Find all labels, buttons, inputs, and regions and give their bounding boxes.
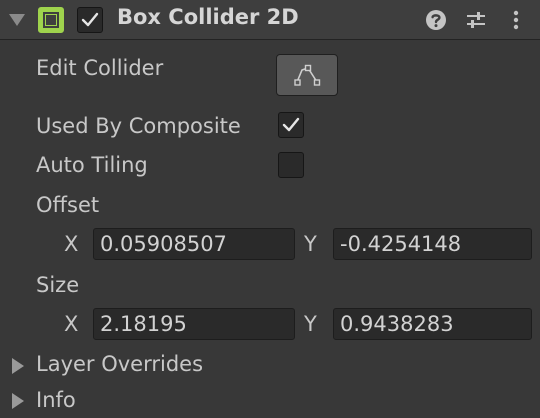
edit-collider-polygon-icon [294, 64, 321, 86]
used-by-composite-checkbox[interactable] [278, 112, 304, 138]
component-enabled-checkbox[interactable] [77, 7, 103, 33]
checkmark-icon [81, 12, 99, 27]
layer-overrides-foldout[interactable]: Layer Overrides [36, 352, 203, 376]
kebab-menu-icon[interactable] [504, 8, 528, 32]
box-collider-2d-icon [38, 7, 64, 33]
offset-x-label: X [64, 232, 79, 256]
offset-y-input[interactable]: -0.4254148 [333, 228, 532, 260]
size-x-input[interactable]: 2.18195 [93, 308, 295, 340]
auto-tiling-checkbox[interactable] [278, 152, 304, 178]
size-x-label: X [64, 312, 79, 336]
chevron-down-icon[interactable] [9, 14, 25, 26]
component-header[interactable]: Box Collider 2D [0, 0, 540, 40]
offset-x-input[interactable]: 0.05908507 [93, 228, 295, 260]
used-by-composite-label: Used By Composite [36, 114, 241, 138]
offset-y-label: Y [304, 232, 317, 256]
size-label: Size [36, 273, 80, 297]
chevron-right-icon[interactable] [12, 393, 24, 409]
checkmark-icon [282, 117, 300, 132]
component-title: Box Collider 2D [117, 5, 299, 29]
info-foldout[interactable]: Info [36, 388, 76, 412]
size-y-label: Y [304, 312, 317, 336]
auto-tiling-label: Auto Tiling [36, 153, 148, 177]
edit-collider-label: Edit Collider [36, 56, 164, 80]
offset-label: Offset [36, 193, 100, 217]
size-y-input[interactable]: 0.9438283 [333, 308, 532, 340]
box-collider-2d-inspector: Box Collider 2D Edit Collider Used By Co… [0, 0, 540, 418]
help-icon[interactable] [424, 8, 448, 32]
chevron-right-icon[interactable] [12, 358, 24, 374]
edit-collider-button[interactable] [276, 54, 338, 96]
presets-sliders-icon[interactable] [464, 8, 488, 32]
